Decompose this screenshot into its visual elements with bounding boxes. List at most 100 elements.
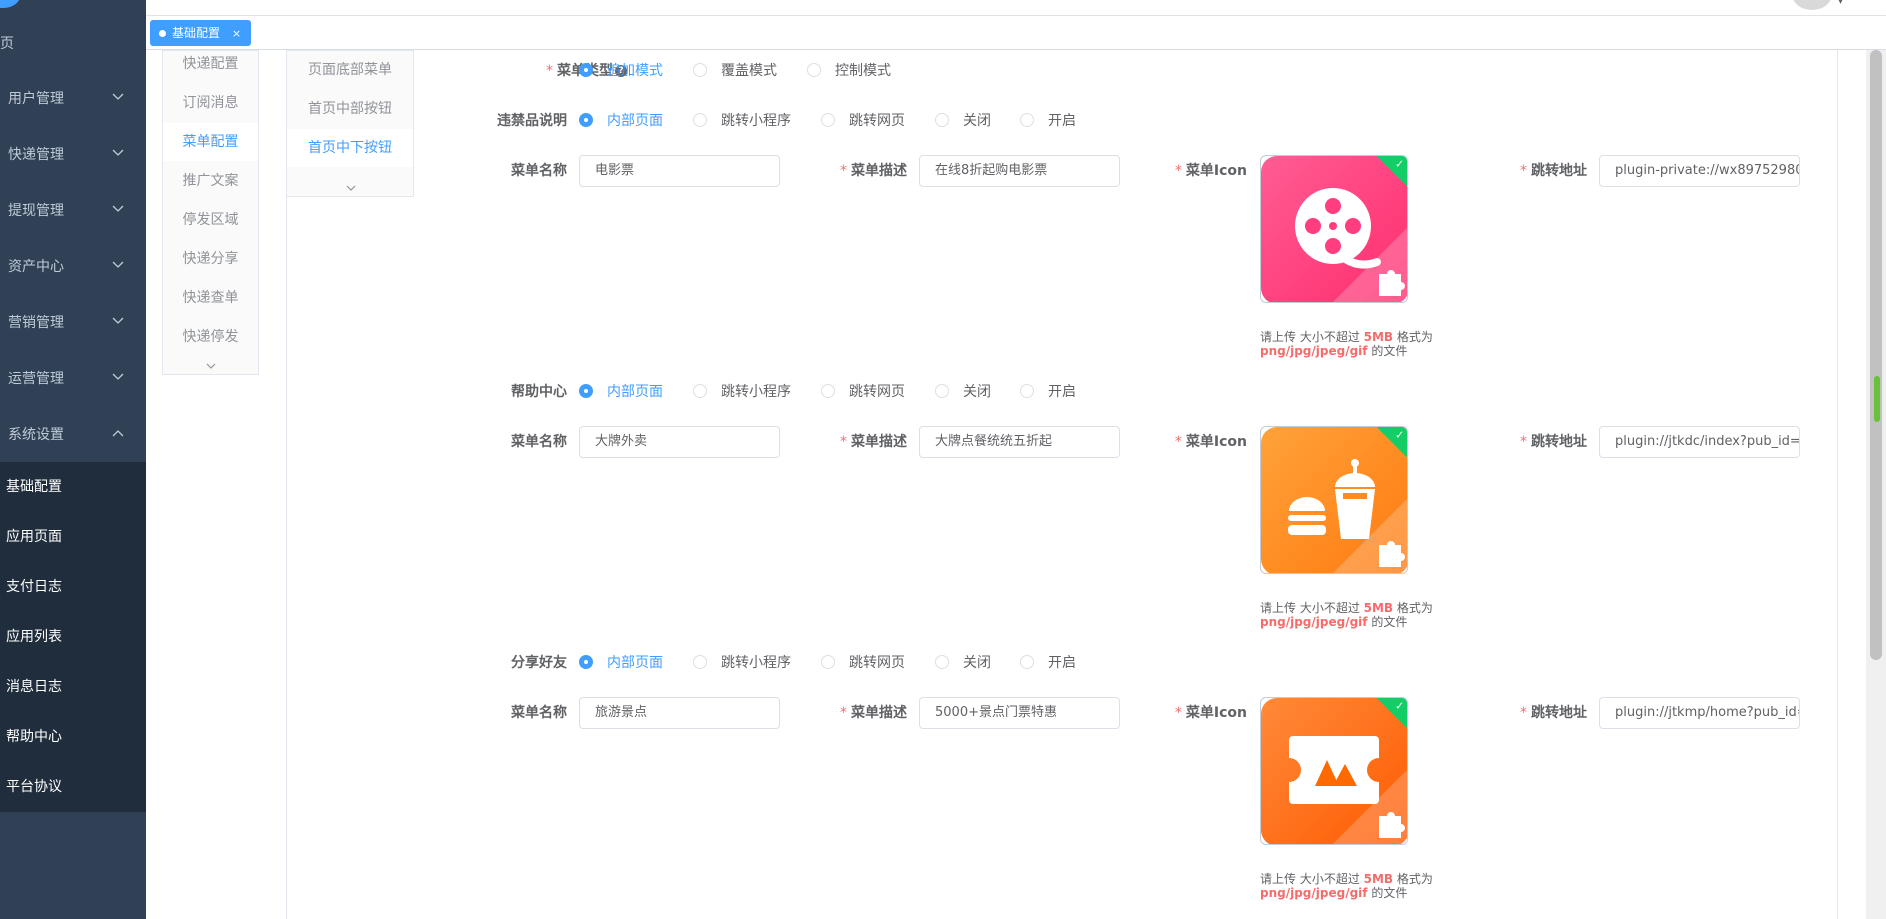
sidebar-item-agreement[interactable]: 平台协议	[0, 762, 146, 812]
section-title: 分享好友	[511, 655, 567, 671]
section-title: 违禁品说明	[497, 113, 567, 129]
sidebar-menu-label: 用户管理	[8, 91, 64, 107]
upload-tip: 请上传 大小不超过 5MB 格式为 png/jpg/jpeg/gif 的文件	[1260, 872, 1433, 900]
main-content: 快递配置 订阅消息 菜单配置 推广文案 停发区域 快递分享 快递查单 快递停发 …	[146, 50, 1886, 919]
menu-name-label: 菜单名称	[511, 434, 567, 450]
top-navbar	[146, 0, 1886, 16]
tab-express-share[interactable]: 快递分享	[163, 240, 258, 278]
radio-web-page[interactable]: 跳转网页	[821, 382, 905, 402]
menu-desc-label: * 菜单描述	[840, 163, 907, 179]
sidebar-menu-label: 快递管理	[8, 147, 64, 163]
tab-home-middle[interactable]: 首页中部按钮	[287, 90, 413, 128]
close-icon[interactable]: ×	[232, 27, 241, 40]
menu-desc-input[interactable]: 在线8折起购电影票	[919, 155, 1120, 187]
radio-internal-page[interactable]: 内部页面	[579, 111, 663, 131]
upload-tip: 请上传 大小不超过 5MB 格式为 png/jpg/jpeg/gif 的文件	[1260, 601, 1433, 629]
radio-mini-program[interactable]: 跳转小程序	[693, 653, 791, 673]
page-scrollbar[interactable]	[1866, 50, 1886, 919]
sidebar-menu-users[interactable]: 用户管理	[0, 71, 146, 127]
movie-reel-icon	[1261, 156, 1407, 302]
chevron-down-icon	[112, 127, 126, 183]
sidebar: 页 用户管理 快递管理 提现管理 资产中心 营销管理 运营管理 系统设置 基础配…	[0, 0, 146, 919]
logo	[0, 0, 20, 8]
tab-bottom-menu[interactable]: 页面底部菜单	[287, 51, 413, 89]
radio-close[interactable]: 关闭	[935, 653, 991, 673]
sidebar-item-message-log[interactable]: 消息日志	[0, 662, 146, 712]
chevron-up-icon	[112, 407, 126, 463]
sidebar-menu-label: 系统设置	[8, 427, 64, 443]
upload-tip: 请上传 大小不超过 5MB 格式为 png/jpg/jpeg/gif 的文件	[1260, 330, 1433, 358]
sidebar-item-pay-log[interactable]: 支付日志	[0, 562, 146, 612]
radio-internal-page[interactable]: 内部页面	[579, 653, 663, 673]
scroll-indicator	[1874, 376, 1880, 422]
sidebar-item-app-pages[interactable]: 应用页面	[0, 512, 146, 562]
scrollbar-thumb[interactable]	[1870, 50, 1882, 660]
sidebar-item-home[interactable]: 页	[0, 34, 14, 54]
radio-web-page[interactable]: 跳转网页	[821, 111, 905, 131]
caret-down-icon[interactable]: ▾	[1838, 0, 1843, 7]
menu-name-input[interactable]: 大牌外卖	[579, 426, 780, 458]
radio-override-mode[interactable]: 覆盖模式	[693, 61, 777, 81]
radio-open[interactable]: 开启	[1020, 653, 1076, 673]
jump-url-input[interactable]: plugin://jtkmp/home?pub_id=	[1599, 697, 1800, 729]
sidebar-menu-operations[interactable]: 运营管理	[0, 351, 146, 407]
sidebar-menu-withdraw[interactable]: 提现管理	[0, 183, 146, 239]
menu-config-form: 页面底部菜单 首页中部按钮 首页中下按钮 *菜单类型? 追加模式 覆盖模式 控制…	[286, 50, 1838, 919]
menu-position-tabs: 页面底部菜单 首页中部按钮 首页中下按钮	[286, 50, 414, 197]
icon-uploader[interactable]: ✓	[1260, 697, 1408, 845]
tab-subscribe-message[interactable]: 订阅消息	[163, 84, 258, 122]
chevron-down-icon	[112, 351, 126, 407]
sidebar-item-help-center[interactable]: 帮助中心	[0, 712, 146, 762]
tab-menu-config[interactable]: 菜单配置	[163, 123, 258, 161]
tab-express-stop[interactable]: 快递停发	[163, 318, 258, 356]
jump-url-input[interactable]: plugin://jtkdc/index?pub_id=	[1599, 426, 1800, 458]
radio-open[interactable]: 开启	[1020, 111, 1076, 131]
radio-mini-program[interactable]: 跳转小程序	[693, 111, 791, 131]
radio-internal-page[interactable]: 内部页面	[579, 382, 663, 402]
sidebar-menu-label: 提现管理	[8, 203, 64, 219]
tab-express-config[interactable]: 快递配置	[163, 45, 258, 83]
menu-name-label: 菜单名称	[511, 705, 567, 721]
sidebar-menu-label: 运营管理	[8, 371, 64, 387]
radio-append-mode[interactable]: 追加模式	[579, 61, 663, 81]
tab-home-lower[interactable]: 首页中下按钮	[287, 129, 413, 167]
ticket-icon	[1261, 698, 1407, 844]
chevron-down-icon[interactable]	[206, 357, 218, 369]
menu-icon-label: * 菜单Icon	[1174, 705, 1247, 721]
sidebar-item-basic-config[interactable]: 基础配置	[0, 462, 146, 512]
radio-control-mode[interactable]: 控制模式	[807, 61, 891, 81]
jump-url-label: * 跳转地址	[1520, 705, 1587, 721]
active-dot-icon	[159, 30, 166, 37]
tags-view: 基础配置 ×	[146, 16, 1886, 50]
sidebar-submenu: 基础配置 应用页面 支付日志 应用列表 消息日志 帮助中心 平台协议	[0, 462, 146, 812]
jump-url-input[interactable]: plugin-private://wx89752980e	[1599, 155, 1800, 187]
menu-desc-input[interactable]: 大牌点餐统统五折起	[919, 426, 1120, 458]
tab-express-query[interactable]: 快递查单	[163, 279, 258, 317]
section-title: 帮助中心	[511, 384, 567, 400]
sidebar-menu-assets[interactable]: 资产中心	[0, 239, 146, 295]
sidebar-item-app-list[interactable]: 应用列表	[0, 612, 146, 662]
jump-url-label: * 跳转地址	[1520, 434, 1587, 450]
tab-promo-copy[interactable]: 推广文案	[163, 162, 258, 200]
radio-close[interactable]: 关闭	[935, 111, 991, 131]
menu-name-input[interactable]: 电影票	[579, 155, 780, 187]
sidebar-menu-express[interactable]: 快递管理	[0, 127, 146, 183]
icon-uploader[interactable]: ✓	[1260, 426, 1408, 574]
chevron-down-icon	[112, 239, 126, 295]
menu-name-input[interactable]: 旅游景点	[579, 697, 780, 729]
icon-uploader[interactable]: ✓	[1260, 155, 1408, 303]
sidebar-menu-marketing[interactable]: 营销管理	[0, 295, 146, 351]
chevron-down-icon	[112, 183, 126, 239]
menu-icon-label: * 菜单Icon	[1174, 163, 1247, 179]
menu-desc-input[interactable]: 5000+景点门票特惠	[919, 697, 1120, 729]
tab-stop-region[interactable]: 停发区域	[163, 201, 258, 239]
sidebar-menu-label: 资产中心	[8, 259, 64, 275]
radio-close[interactable]: 关闭	[935, 382, 991, 402]
radio-open[interactable]: 开启	[1020, 382, 1076, 402]
sidebar-menu-system[interactable]: 系统设置	[0, 407, 146, 463]
radio-web-page[interactable]: 跳转网页	[821, 653, 905, 673]
tag-basic-config[interactable]: 基础配置 ×	[150, 20, 252, 46]
chevron-down-icon[interactable]	[346, 179, 358, 191]
radio-mini-program[interactable]: 跳转小程序	[693, 382, 791, 402]
menu-desc-label: * 菜单描述	[840, 705, 907, 721]
